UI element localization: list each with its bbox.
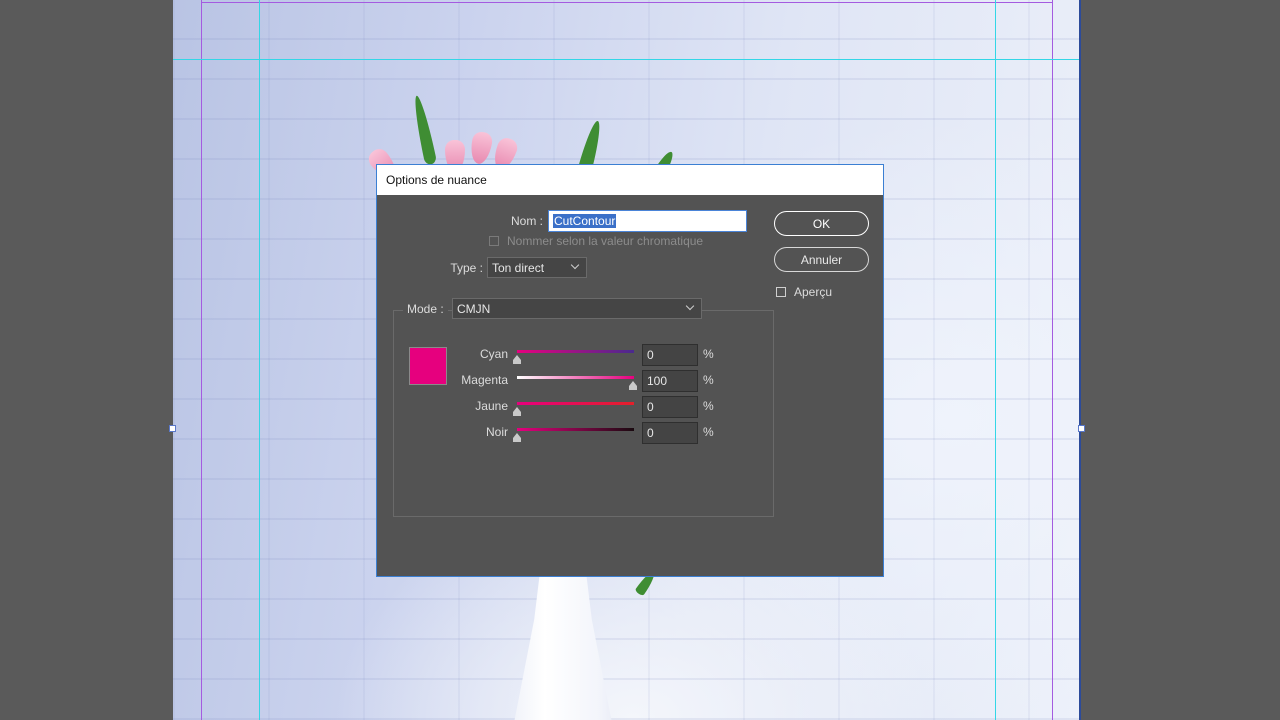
cancel-button[interactable]: Annuler [774, 247, 869, 272]
yellow-slider-row: Jaune 0 % [377, 396, 885, 418]
margin-guide-left [201, 0, 202, 720]
swatch-options-dialog: Options de nuance Nom : CutContour Nomme… [376, 164, 884, 577]
cyan-value-input[interactable]: 0 [642, 344, 698, 366]
cyan-slider-row: Cyan 0 % [377, 344, 885, 366]
mode-dropdown[interactable]: CMJN [452, 298, 702, 319]
preview-checkbox[interactable] [776, 287, 786, 297]
yellow-slider-track[interactable] [517, 402, 634, 405]
name-label: Nom : [510, 214, 543, 228]
ok-button[interactable]: OK [774, 211, 869, 236]
selection-handle[interactable] [169, 425, 176, 432]
magenta-slider-thumb[interactable] [629, 381, 637, 390]
percent-sign: % [703, 347, 714, 361]
dialog-titlebar[interactable]: Options de nuance [377, 165, 883, 195]
type-label: Type : [450, 261, 483, 275]
percent-sign: % [703, 399, 714, 413]
slider-label: Magenta [461, 373, 508, 387]
black-slider-row: Noir 0 % [377, 422, 885, 444]
slider-label: Cyan [479, 347, 508, 361]
yellow-value-input[interactable]: 0 [642, 396, 698, 418]
mode-value: CMJN [457, 301, 491, 316]
chevron-down-icon [570, 260, 580, 270]
name-with-color-value-label: Nommer selon la valeur chromatique [507, 234, 704, 248]
magenta-slider-track[interactable] [517, 376, 634, 379]
black-slider-track[interactable] [517, 428, 634, 431]
yellow-slider-thumb[interactable] [513, 407, 521, 416]
cyan-slider-track[interactable] [517, 350, 634, 353]
type-dropdown[interactable]: Ton direct [487, 257, 587, 278]
slider-label: Jaune [475, 399, 508, 413]
selection-handle[interactable] [1078, 425, 1085, 432]
percent-sign: % [703, 373, 714, 387]
margin-guide-top [201, 2, 1053, 3]
type-value: Ton direct [492, 260, 545, 275]
ruler-guide[interactable] [995, 0, 996, 720]
black-value-input[interactable]: 0 [642, 422, 698, 444]
black-slider-thumb[interactable] [513, 433, 521, 442]
magenta-value-input[interactable]: 100 [642, 370, 698, 392]
page-edge-right [1079, 0, 1081, 720]
swatch-name-value: CutContour [553, 214, 617, 228]
chevron-down-icon [685, 301, 695, 311]
margin-guide-right [1052, 0, 1053, 720]
mode-label: Mode : [403, 302, 448, 316]
percent-sign: % [703, 425, 714, 439]
swatch-name-input[interactable]: CutContour [548, 210, 747, 232]
magenta-slider-row: Magenta 100 % [377, 370, 885, 392]
ruler-guide[interactable] [259, 0, 260, 720]
dialog-title: Options de nuance [386, 173, 487, 187]
preview-label: Aperçu [794, 285, 833, 299]
name-with-color-value-checkbox[interactable] [489, 236, 499, 246]
slider-label: Noir [485, 425, 508, 439]
cyan-slider-thumb[interactable] [513, 355, 521, 364]
ruler-guide[interactable] [173, 59, 1081, 60]
